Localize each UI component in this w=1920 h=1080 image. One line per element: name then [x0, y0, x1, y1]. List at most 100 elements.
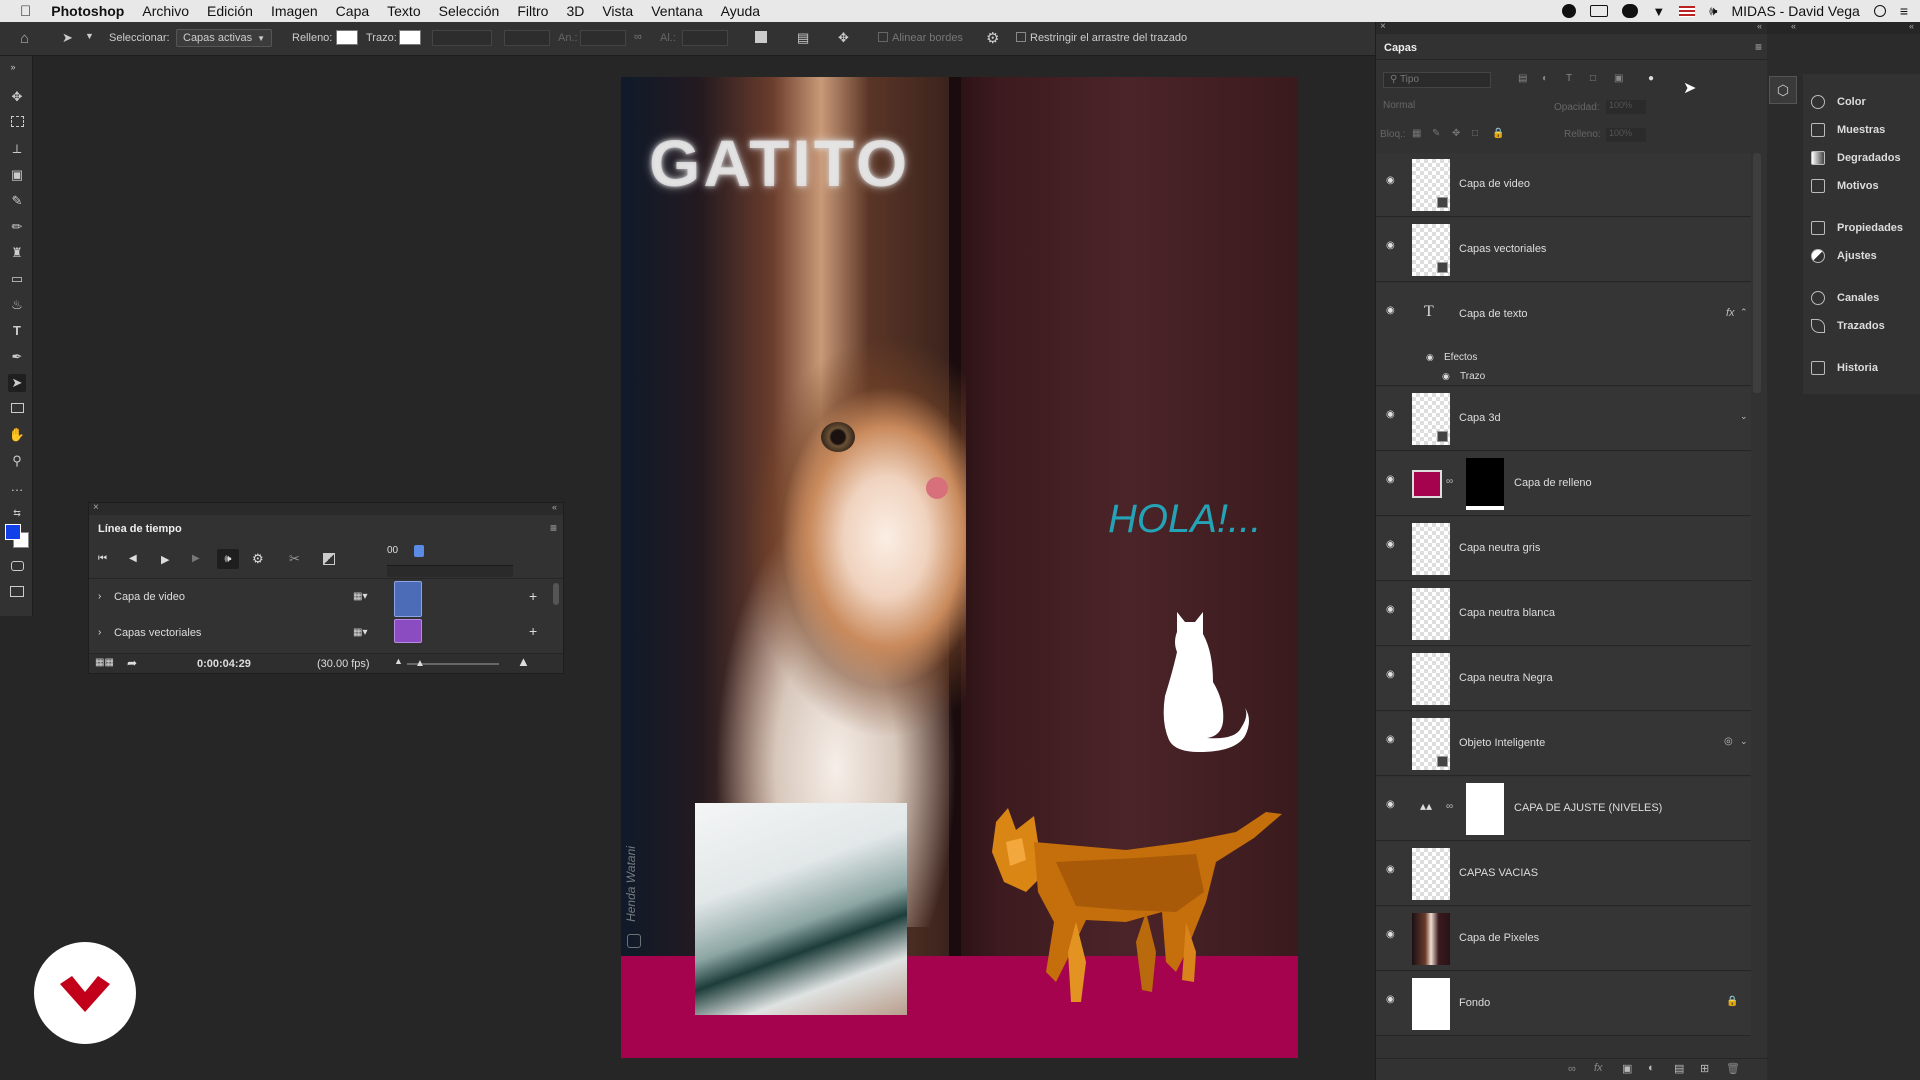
- tab-capas[interactable]: Capas: [1384, 42, 1417, 54]
- visibility-eye-icon[interactable]: ◉: [1386, 864, 1400, 875]
- fill-swatch[interactable]: [336, 30, 358, 45]
- path-arrangement-icon[interactable]: ✥: [838, 30, 849, 46]
- layer-row-video[interactable]: ◉ Capa de video: [1376, 153, 1751, 217]
- path-selection-tool-icon[interactable]: ➤: [62, 30, 73, 46]
- fill-field[interactable]: 100%: [1606, 128, 1646, 142]
- visibility-eye-icon[interactable]: ◉: [1386, 474, 1400, 485]
- flag-icon[interactable]: [1679, 5, 1696, 17]
- volume-icon[interactable]: 🕪: [1709, 3, 1717, 19]
- add-media-icon[interactable]: +: [529, 623, 537, 639]
- split-scissors-icon[interactable]: ✂: [289, 551, 300, 567]
- width-field[interactable]: [580, 30, 626, 46]
- new-layer-icon[interactable]: ⊞: [1700, 1062, 1709, 1075]
- filter-shape-icon[interactable]: □: [1590, 73, 1596, 84]
- lock-position-icon[interactable]: ✥: [1452, 128, 1460, 139]
- vector-clip-block[interactable]: [394, 619, 422, 643]
- settings-icon[interactable]: ⚙: [252, 551, 264, 567]
- user-name[interactable]: MIDAS - David Vega: [1731, 3, 1859, 19]
- path-operations-icon[interactable]: [755, 31, 767, 43]
- foreground-color-swatch[interactable]: [5, 524, 21, 540]
- 3d-cube-icon[interactable]: ⬡: [1769, 76, 1797, 104]
- work-area-bar[interactable]: [387, 565, 513, 577]
- dock-item-patterns[interactable]: Motivos: [1811, 174, 1920, 198]
- layers-scrollbar[interactable]: [1753, 153, 1761, 393]
- menu-capa[interactable]: Capa: [336, 3, 369, 19]
- previous-frame-icon[interactable]: ◀: [129, 553, 137, 564]
- creative-cloud-icon[interactable]: [1622, 4, 1639, 18]
- menu-texto[interactable]: Texto: [387, 3, 420, 19]
- visibility-eye-icon[interactable]: ◉: [1386, 669, 1400, 680]
- tool-preset-chevron-icon[interactable]: ▼: [85, 31, 94, 41]
- expand-chevron-icon[interactable]: ›: [98, 591, 101, 602]
- object-selection-tool-icon[interactable]: ▣: [8, 166, 26, 184]
- link-icon[interactable]: ∞: [634, 31, 642, 43]
- visibility-eye-icon[interactable]: ◉: [1386, 240, 1400, 251]
- stamp-tool-icon[interactable]: ♜: [8, 244, 26, 262]
- add-style-icon[interactable]: fx: [1594, 1062, 1603, 1074]
- close-panel-icon[interactable]: ×: [93, 502, 99, 513]
- effects-eye-icon[interactable]: ◉: [1426, 352, 1434, 363]
- menu-ayuda[interactable]: Ayuda: [721, 3, 760, 19]
- path-alignment-icon[interactable]: ▤: [797, 30, 809, 46]
- expand-chevron-icon[interactable]: ⌄: [1740, 411, 1748, 422]
- timeline-row-vector[interactable]: › Capas vectoriales ▦▾ +: [89, 619, 563, 643]
- document-canvas[interactable]: GATITO HOLA!... Henda Watani: [621, 77, 1298, 1058]
- new-adjustment-icon[interactable]: ◐: [1648, 1062, 1655, 1074]
- select-dropdown[interactable]: Capas activas ▼: [176, 29, 272, 47]
- fx-badge[interactable]: fx: [1726, 307, 1735, 319]
- stroke-type-dropdown[interactable]: [504, 30, 550, 46]
- zoom-in-icon[interactable]: ▲: [517, 654, 530, 669]
- close-panel-icon[interactable]: ×: [1380, 21, 1386, 32]
- layer-row-text[interactable]: ◉ T Capa de texto fx ⌃ ◉ Efectos ◉ Trazo: [1376, 283, 1751, 386]
- panel-menu-icon[interactable]: ≡: [1755, 40, 1762, 54]
- layer-row-empty[interactable]: ◉ CAPAS VACIAS: [1376, 842, 1751, 906]
- layer-row-neutral-gray[interactable]: ◉ Capa neutra gris: [1376, 517, 1751, 581]
- rectangle-tool-icon[interactable]: [8, 400, 26, 418]
- restrict-drag-checkbox[interactable]: [1016, 32, 1026, 42]
- paint-bucket-tool-icon[interactable]: ♨: [8, 296, 26, 314]
- layer-row-smart-object[interactable]: ◉ Objeto Inteligente ◎ ⌄: [1376, 712, 1751, 776]
- hand-tool-icon[interactable]: ✋: [8, 426, 26, 444]
- spotlight-search-icon[interactable]: [1873, 5, 1886, 17]
- collapse-dock-icon-right[interactable]: «: [1909, 21, 1914, 31]
- playhead[interactable]: [414, 545, 424, 557]
- visibility-eye-icon[interactable]: ◉: [1386, 994, 1400, 1005]
- add-media-icon[interactable]: +: [529, 588, 537, 604]
- menu-3d[interactable]: 3D: [566, 3, 584, 19]
- dock-item-color[interactable]: Color: [1811, 90, 1920, 114]
- lasso-tool-icon[interactable]: ⟂: [8, 140, 26, 158]
- lock-transparent-icon[interactable]: ▦: [1412, 128, 1421, 139]
- lock-image-icon[interactable]: ✎: [1432, 128, 1440, 139]
- visibility-eye-icon[interactable]: ◉: [1386, 175, 1400, 186]
- blend-mode-dropdown[interactable]: Normal: [1383, 100, 1543, 115]
- app-menu[interactable]: Photoshop: [51, 3, 124, 19]
- audio-icon[interactable]: 🕪: [217, 549, 239, 569]
- stroke-width-field[interactable]: [432, 30, 492, 46]
- layer-row-adjustment[interactable]: ◉ ▴▴ ∞ CAPA DE AJUSTE (NIVELES): [1376, 777, 1751, 841]
- menu-seleccion[interactable]: Selección: [439, 3, 500, 19]
- menu-ventana[interactable]: Ventana: [651, 3, 702, 19]
- stroke-effect-eye-icon[interactable]: ◉: [1442, 371, 1450, 382]
- visibility-eye-icon[interactable]: ◉: [1386, 929, 1400, 940]
- apple-menu-icon[interactable]: : [20, 3, 31, 20]
- visibility-eye-icon[interactable]: ◉: [1386, 604, 1400, 615]
- next-frame-icon[interactable]: ▶: [192, 553, 200, 564]
- align-edges-checkbox[interactable]: [878, 32, 888, 42]
- marquee-tool-icon[interactable]: [8, 114, 26, 132]
- timeline-scrollbar[interactable]: [553, 583, 559, 605]
- record-icon[interactable]: [1562, 4, 1577, 18]
- filter-kind-dropdown[interactable]: ⚲ Tipo: [1383, 72, 1491, 88]
- visibility-eye-icon[interactable]: ◉: [1386, 305, 1400, 316]
- stroke-swatch[interactable]: [399, 30, 421, 45]
- visibility-eye-icon[interactable]: ◉: [1386, 539, 1400, 550]
- more-tools-icon[interactable]: …: [8, 478, 26, 496]
- brush-tool-icon[interactable]: ✏: [8, 218, 26, 236]
- smart-filter-icon[interactable]: ◎: [1724, 736, 1733, 747]
- zoom-out-icon[interactable]: ▲: [394, 656, 403, 666]
- render-video-icon[interactable]: ➦: [127, 656, 137, 670]
- filter-type-icon[interactable]: T: [1566, 73, 1572, 84]
- video-clip-block[interactable]: [394, 581, 422, 617]
- visibility-eye-icon[interactable]: ◉: [1386, 409, 1400, 420]
- layer-row-neutral-black[interactable]: ◉ Capa neutra Negra: [1376, 647, 1751, 711]
- menu-edicion[interactable]: Edición: [207, 3, 253, 19]
